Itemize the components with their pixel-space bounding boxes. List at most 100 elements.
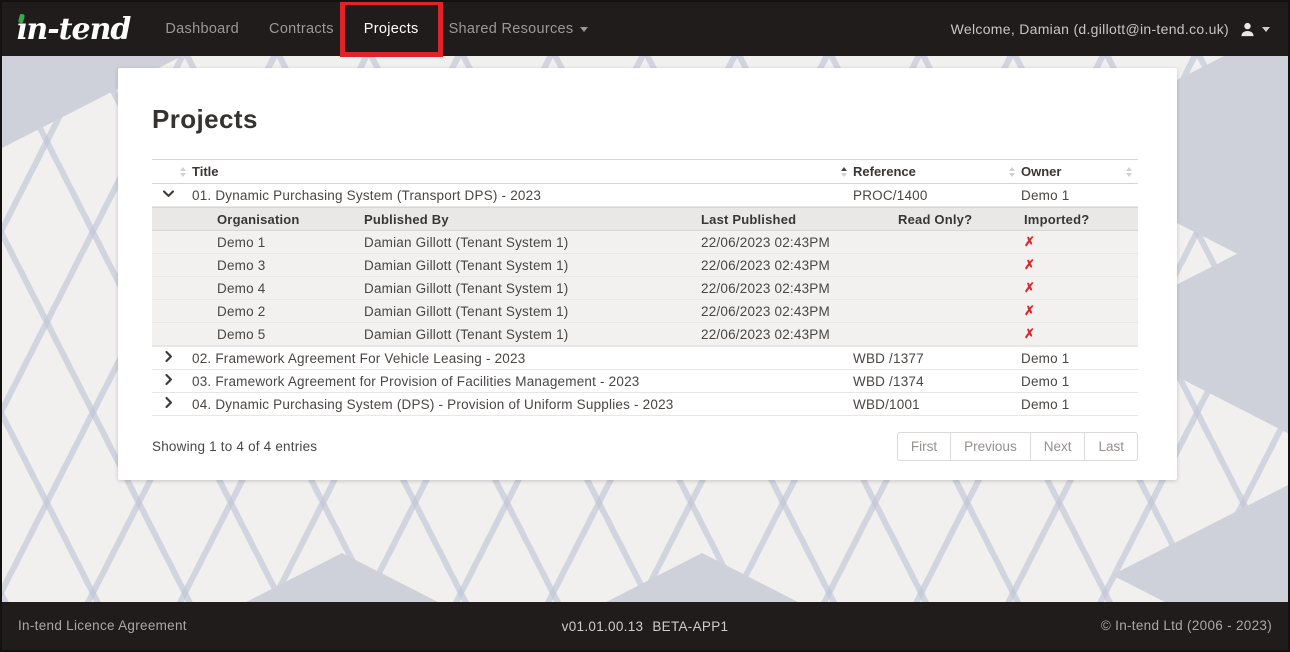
detail-read-only [898, 300, 1024, 323]
chevron-right-icon [162, 396, 175, 409]
column-header-title[interactable]: Title [192, 160, 853, 184]
project-owner: Demo 1 [1021, 347, 1138, 370]
chevron-down-icon [1262, 27, 1270, 32]
chevron-down-icon [580, 27, 588, 32]
background-diamond [1112, 483, 1288, 602]
copyright-text: © In-tend Ltd (2006 - 2023) [1101, 618, 1272, 633]
detail-published-by: Damian Gillott (Tenant System 1) [364, 254, 701, 277]
detail-column-header-last-published: Last Published [701, 208, 898, 231]
expand-cell [152, 370, 192, 393]
projects-table-header-row: Title Reference Owner [152, 160, 1138, 184]
detail-imported: ✗ [1024, 254, 1138, 277]
project-detail-row: OrganisationPublished ByLast PublishedRe… [152, 207, 1138, 347]
detail-row: Demo 4Damian Gillott (Tenant System 1)22… [152, 277, 1138, 300]
detail-read-only [898, 231, 1024, 254]
pagination-last-button[interactable]: Last [1085, 432, 1138, 461]
app-window: ın-tend DashboardContractsProjectsShared… [0, 0, 1290, 652]
welcome-text: Welcome, Damian (d.gillott@in-tend.co.uk… [951, 21, 1229, 37]
detail-last-published: 22/06/2023 02:43PM [701, 323, 898, 346]
detail-row: Demo 1Damian Gillott (Tenant System 1)22… [152, 231, 1138, 254]
top-navbar: ın-tend DashboardContractsProjectsShared… [2, 2, 1288, 56]
projects-table-body: 01. Dynamic Purchasing System (Transport… [152, 184, 1138, 416]
chevron-right-icon [162, 350, 175, 363]
user-menu[interactable] [1239, 21, 1270, 38]
nav-item-projects[interactable]: Projects [349, 13, 434, 45]
detail-read-only [898, 277, 1024, 300]
column-header-reference[interactable]: Reference [853, 160, 1021, 184]
detail-last-published: 22/06/2023 02:43PM [701, 231, 898, 254]
nav-item-contracts[interactable]: Contracts [254, 13, 349, 45]
expand-row-button[interactable] [162, 373, 175, 386]
nav-item-dashboard[interactable]: Dashboard [150, 13, 254, 45]
detail-imported: ✗ [1024, 277, 1138, 300]
imported-cross-icon: ✗ [1024, 280, 1035, 295]
detail-column-header-imported: Imported? [1024, 208, 1138, 231]
detail-last-published: 22/06/2023 02:43PM [701, 254, 898, 277]
sort-ascending-icon [841, 167, 847, 177]
project-detail-cell: OrganisationPublished ByLast PublishedRe… [152, 207, 1138, 347]
chevron-down-icon [162, 187, 175, 200]
detail-imported: ✗ [1024, 231, 1138, 254]
column-header-owner-label: Owner [1021, 164, 1061, 179]
expand-cell [152, 393, 192, 416]
column-header-owner[interactable]: Owner [1021, 160, 1138, 184]
project-row: 02. Framework Agreement For Vehicle Leas… [152, 347, 1138, 370]
published-organisations-table: OrganisationPublished ByLast PublishedRe… [152, 207, 1138, 346]
project-title: 03. Framework Agreement for Provision of… [192, 370, 853, 393]
nav-item-shared-resources[interactable]: Shared Resources [434, 13, 604, 45]
page-background: Projects Title Reference [2, 56, 1288, 602]
licence-agreement-link[interactable]: In-tend Licence Agreement [18, 618, 187, 633]
detail-organisation: Demo 4 [152, 277, 364, 300]
detail-organisation: Demo 1 [152, 231, 364, 254]
pagination-next-button[interactable]: Next [1031, 432, 1086, 461]
sort-icon [180, 167, 186, 177]
navbar-right: Welcome, Damian (d.gillott@in-tend.co.uk… [951, 21, 1270, 38]
background-diamond [522, 553, 882, 602]
app-logo-text: ın-tend [16, 12, 130, 47]
detail-column-header-organisation: Organisation [152, 208, 364, 231]
detail-last-published: 22/06/2023 02:43PM [701, 300, 898, 323]
project-title: 04. Dynamic Purchasing System (DPS) - Pr… [192, 393, 853, 416]
project-reference: PROC/1400 [853, 184, 1021, 207]
app-logo[interactable]: ın-tend [16, 12, 130, 47]
detail-organisation: Demo 2 [152, 300, 364, 323]
project-reference: WBD /1377 [853, 347, 1021, 370]
project-title: 02. Framework Agreement For Vehicle Leas… [192, 347, 853, 370]
projects-card: Projects Title Reference [118, 68, 1177, 480]
detail-row: Demo 2Damian Gillott (Tenant System 1)22… [152, 300, 1138, 323]
project-row: 01. Dynamic Purchasing System (Transport… [152, 184, 1138, 207]
detail-organisation: Demo 3 [152, 254, 364, 277]
sort-icon [1009, 167, 1015, 177]
pagination-first-button[interactable]: First [897, 432, 951, 461]
imported-cross-icon: ✗ [1024, 257, 1035, 272]
expand-row-button[interactable] [162, 350, 175, 363]
pagination: FirstPreviousNextLast [897, 432, 1138, 461]
user-icon [1239, 21, 1256, 38]
environment-text: BETA-APP1 [652, 619, 728, 634]
detail-column-header-read-only: Read Only? [898, 208, 1024, 231]
detail-row: Demo 5Damian Gillott (Tenant System 1)22… [152, 323, 1138, 346]
page-title: Projects [152, 104, 1138, 135]
project-row: 03. Framework Agreement for Provision of… [152, 370, 1138, 393]
imported-cross-icon: ✗ [1024, 303, 1035, 318]
project-owner: Demo 1 [1021, 370, 1138, 393]
projects-table: Title Reference Owner 01. Dynamic Purcha… [152, 159, 1138, 416]
sort-icon [1126, 167, 1132, 177]
column-header-reference-label: Reference [853, 164, 916, 179]
project-reference: WBD /1374 [853, 370, 1021, 393]
detail-read-only [898, 254, 1024, 277]
main-nav: DashboardContractsProjectsShared Resourc… [150, 2, 603, 56]
detail-published-by: Damian Gillott (Tenant System 1) [364, 300, 701, 323]
background-diamond [162, 553, 522, 602]
project-owner: Demo 1 [1021, 393, 1138, 416]
detail-published-by: Damian Gillott (Tenant System 1) [364, 277, 701, 300]
detail-column-header-published-by: Published By [364, 208, 701, 231]
collapse-row-button[interactable] [162, 187, 175, 200]
table-footer: Showing 1 to 4 of 4 entries FirstPreviou… [152, 432, 1138, 461]
column-header-title-label: Title [192, 164, 219, 179]
pagination-previous-button[interactable]: Previous [951, 432, 1031, 461]
published-organisations-panel: OrganisationPublished ByLast PublishedRe… [152, 207, 1138, 346]
column-header-control[interactable] [152, 160, 192, 184]
annotation-highlight-box [340, 0, 443, 57]
expand-row-button[interactable] [162, 396, 175, 409]
